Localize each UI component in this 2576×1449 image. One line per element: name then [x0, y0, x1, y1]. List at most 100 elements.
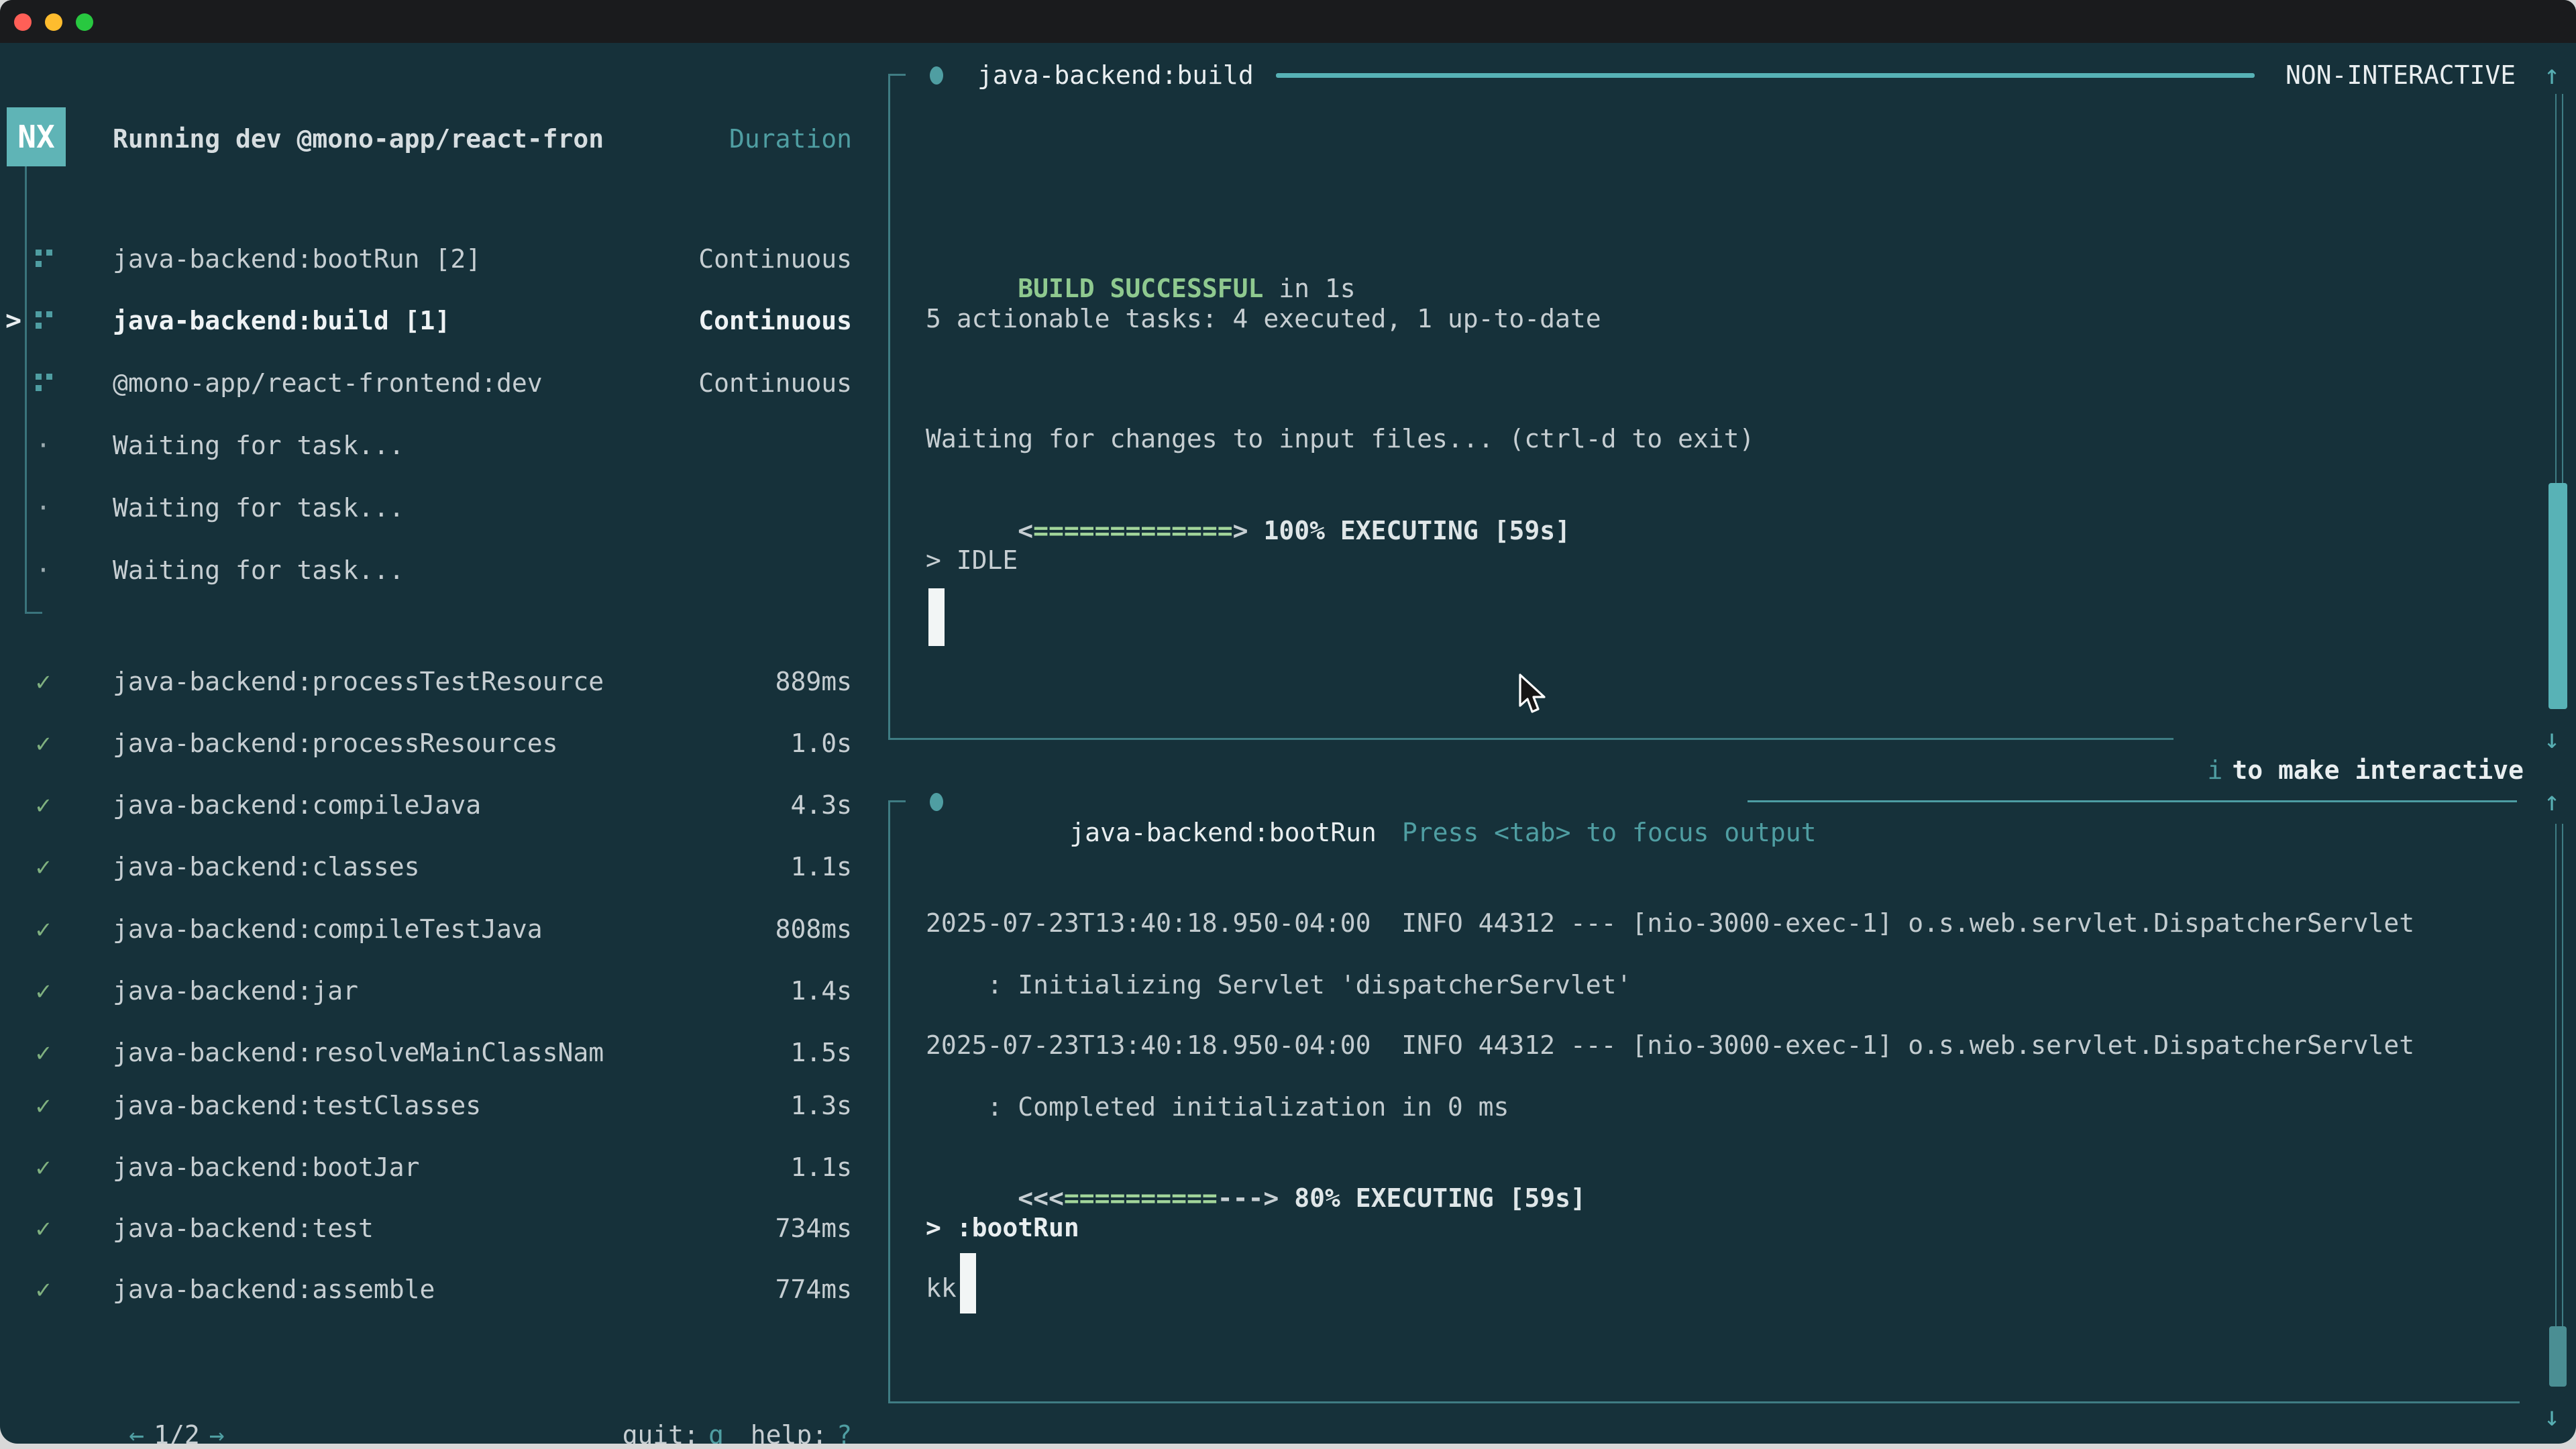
check-icon: ✓ [36, 666, 51, 697]
waiting-for-changes-line: Waiting for changes to input files... (c… [926, 423, 1754, 454]
scroll-up-arrow-icon[interactable]: ↑ [2533, 60, 2571, 91]
terminal-window: NX Running dev @mono-app/react-fron Dura… [0, 0, 2576, 1444]
task-label: Waiting for task... [113, 430, 405, 461]
typed-input[interactable]: kk [926, 1273, 957, 1303]
minimize-button[interactable] [45, 13, 62, 31]
zoom-button[interactable] [76, 13, 93, 31]
check-icon: ✓ [36, 975, 51, 1006]
progress-right-bracket: > [1263, 1183, 1279, 1213]
task-duration: 808ms [775, 914, 852, 945]
task-row[interactable]: ✓java-backend:classes1.1s [0, 851, 872, 882]
build-panel-scroll-thumb[interactable] [2548, 483, 2567, 709]
progress-label: 100% EXECUTING [59s] [1263, 516, 1570, 545]
scroll-up-arrow-icon[interactable]: ↑ [2533, 786, 2571, 817]
task-duration: Continuous [698, 368, 852, 398]
task-label: java-backend:compileJava [113, 790, 481, 820]
build-panel-corner [888, 74, 906, 76]
task-row[interactable]: ·Waiting for task... [0, 492, 872, 523]
focus-output-hint: Press <tab> to focus output [1402, 818, 1817, 847]
titlebar [0, 0, 2576, 43]
build-progress-bar: <=============>100% EXECUTING [59s] [926, 484, 1570, 515]
bootrun-panel-scroll-track[interactable] [2555, 824, 2563, 1326]
task-row[interactable]: ✓java-backend:processResources1.0s [0, 728, 872, 759]
task-label: Waiting for task... [113, 492, 405, 523]
task-row[interactable]: ✓java-backend:test734ms [0, 1213, 872, 1244]
task-duration: 1.0s [790, 728, 852, 759]
task-status-dot-icon [930, 793, 943, 811]
build-successful-text: BUILD SUCCESSFUL [1018, 274, 1263, 303]
task-label: java-backend:bootJar [113, 1152, 420, 1183]
check-icon: ✓ [36, 1213, 51, 1244]
progress-fill: ========== [1064, 1183, 1218, 1213]
task-duration: Continuous [698, 305, 852, 336]
task-duration: 1.3s [790, 1090, 852, 1121]
bootrun-panel-bottom-border [888, 1401, 2520, 1403]
bootrun-panel-scroll-thumb[interactable] [2549, 1326, 2567, 1387]
prev-page-arrow-icon[interactable]: ← [129, 1420, 144, 1444]
task-row[interactable]: ✓java-backend:assemble774ms [0, 1274, 872, 1305]
task-label: @mono-app/react-frontend:dev [113, 368, 543, 398]
next-page-arrow-icon[interactable]: → [209, 1420, 225, 1444]
task-label: java-backend:bootRun [2] [113, 244, 481, 274]
bootrun-panel-header: java-backend:bootRunPress <tab> to focus… [977, 786, 1817, 817]
help-key: ? [837, 1420, 852, 1444]
idle-line: > IDLE [926, 545, 1018, 576]
task-duration: 1.4s [790, 975, 852, 1006]
task-label: java-backend:test [113, 1213, 374, 1244]
log-line: : Initializing Servlet 'dispatcherServle… [926, 969, 1631, 1000]
interactive-hint-key: i [2207, 755, 2222, 785]
tree-guide-corner [25, 612, 42, 614]
scroll-down-arrow-icon[interactable]: ↓ [2533, 724, 2571, 755]
task-row[interactable]: ✓java-backend:bootJar1.1s [0, 1152, 872, 1183]
task-label: java-backend:jar [113, 975, 358, 1006]
task-row[interactable]: ✓ java-backend:compileTestJava 808ms [0, 914, 872, 945]
build-panel-title: java-backend:build [977, 60, 1254, 91]
log-line: : Completed initialization in 0 ms [926, 1091, 1509, 1122]
text-cursor [928, 588, 945, 646]
text-cursor [960, 1253, 976, 1313]
check-icon: ✓ [36, 1274, 51, 1305]
quit-key: q [708, 1420, 724, 1444]
progress-left-bracket: <<< [1018, 1183, 1064, 1213]
progress-remaining: --- [1218, 1183, 1264, 1213]
task-row[interactable]: java-backend:bootRun [2] Continuous [0, 244, 872, 274]
task-row[interactable]: ·Waiting for task... [0, 430, 872, 461]
close-button[interactable] [14, 13, 32, 31]
task-row[interactable]: ·Waiting for task... [0, 555, 872, 586]
scroll-down-arrow-icon[interactable]: ↓ [2533, 1401, 2571, 1432]
spinner-icon [36, 250, 53, 268]
page-indicator: 1/2 [154, 1420, 200, 1444]
task-duration: 774ms [775, 1274, 852, 1305]
task-row[interactable]: ✓java-backend:resolveMainClassNam1.5s [0, 1037, 872, 1068]
progress-right-bracket: > [1233, 516, 1248, 545]
bootrun-panel-header-rule [1748, 800, 2517, 802]
task-row[interactable]: ✓java-backend:compileJava4.3s [0, 790, 872, 820]
bootrun-panel-title: java-backend:bootRun [1069, 818, 1377, 847]
help-label: help: [751, 1420, 827, 1444]
interactive-hint: ito make interactive [2115, 724, 2524, 755]
task-row[interactable]: @mono-app/react-frontend:dev Continuous [0, 368, 872, 398]
task-label: java-backend:compileTestJava [113, 914, 543, 945]
build-time-text: in 1s [1263, 274, 1355, 303]
waiting-dot-icon: · [36, 555, 51, 586]
task-row[interactable]: java-backend:build [1]Continuous [0, 305, 872, 336]
bootrun-panel-left-border [888, 800, 890, 1403]
bootrun-progress-bar: <<<==========--->80% EXECUTING [59s] [926, 1152, 1586, 1183]
check-icon: ✓ [36, 1037, 51, 1068]
check-icon: ✓ [36, 790, 51, 820]
build-panel-scroll-track[interactable] [2555, 94, 2563, 483]
check-icon: ✓ [36, 728, 51, 759]
actionable-tasks-line: 5 actionable tasks: 4 executed, 1 up-to-… [926, 303, 1601, 334]
task-row[interactable]: ✓ java-backend:jar 1.4s [0, 975, 872, 1006]
task-row[interactable]: ✓java-backend:processTestResource889ms [0, 666, 872, 697]
task-status-dot-icon [930, 66, 943, 85]
task-row[interactable]: ✓java-backend:testClasses1.3s [0, 1090, 872, 1121]
task-label: java-backend:resolveMainClassNam [113, 1037, 604, 1068]
task-duration: Continuous [698, 244, 852, 274]
check-icon: ✓ [36, 914, 51, 945]
task-duration: 1.1s [790, 851, 852, 882]
build-panel-mode-badge: NON-INTERACTIVE [2286, 60, 2516, 91]
keyboard-hints: quit:qhelp:? [530, 1389, 852, 1419]
build-panel-bottom-border [888, 738, 2174, 740]
task-label: java-backend:classes [113, 851, 420, 882]
